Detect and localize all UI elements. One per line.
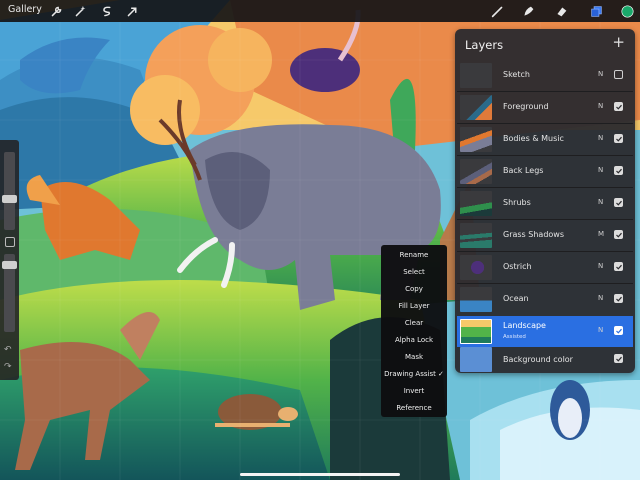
blend-mode-button[interactable]: N: [598, 262, 603, 270]
layers-icon[interactable]: [588, 3, 604, 19]
layer-thumbnail: [460, 255, 492, 280]
menu-reference[interactable]: Reference: [381, 399, 447, 416]
menu-rename[interactable]: Rename: [381, 246, 447, 263]
visibility-checkbox[interactable]: [614, 70, 623, 79]
opacity-knob[interactable]: [2, 261, 17, 269]
visibility-checkbox[interactable]: [614, 230, 623, 239]
visibility-checkbox[interactable]: [614, 166, 623, 175]
menu-alpha-lock[interactable]: Alpha Lock: [381, 331, 447, 348]
layer-name: Back Legs: [503, 166, 544, 175]
layer-thumbnail: [460, 319, 492, 344]
undo-icon[interactable]: ↶: [4, 345, 12, 355]
visibility-checkbox[interactable]: [614, 294, 623, 303]
modify-button[interactable]: [5, 237, 15, 247]
layer-options-menu: Rename Select Copy Fill Layer Clear Alph…: [381, 245, 447, 417]
wrench-icon[interactable]: [48, 3, 64, 19]
brush-icon[interactable]: [489, 3, 505, 19]
layer-row-shrubs[interactable]: Shrubs N: [457, 188, 633, 219]
brush-size-knob[interactable]: [2, 195, 17, 203]
layer-row-back-legs[interactable]: Back Legs N: [457, 156, 633, 187]
visibility-checkbox[interactable]: [614, 102, 623, 111]
blend-mode-button[interactable]: N: [598, 134, 603, 142]
menu-clear[interactable]: Clear: [381, 314, 447, 331]
layer-row-landscape[interactable]: Landscape Assisted N: [457, 316, 633, 347]
visibility-checkbox[interactable]: [614, 262, 623, 271]
visibility-checkbox[interactable]: [614, 198, 623, 207]
menu-select[interactable]: Select: [381, 263, 447, 280]
layer-row-grass-shadows[interactable]: Grass Shadows M: [457, 220, 633, 251]
layer-name: Ocean: [503, 294, 529, 303]
layer-row-ostrich[interactable]: Ostrich N: [457, 252, 633, 283]
transform-arrow-icon[interactable]: [124, 3, 140, 19]
top-toolbar: Gallery: [0, 0, 640, 22]
magic-wand-icon[interactable]: [72, 3, 88, 19]
layer-thumbnail: [460, 287, 492, 312]
visibility-checkbox[interactable]: [614, 354, 623, 363]
smudge-icon[interactable]: [520, 3, 536, 19]
color-swatch-icon[interactable]: [619, 3, 635, 19]
layer-thumbnail: [460, 191, 492, 216]
blend-mode-button[interactable]: N: [598, 70, 603, 78]
layers-title: Layers: [465, 38, 504, 52]
brush-size-opacity-sidebar: ↶ ↷: [0, 140, 19, 380]
blend-mode-button[interactable]: N: [598, 326, 603, 334]
visibility-checkbox[interactable]: [614, 326, 623, 335]
layer-thumbnail: [460, 63, 492, 88]
add-layer-button[interactable]: +: [612, 35, 625, 50]
redo-icon[interactable]: ↷: [4, 362, 12, 372]
menu-invert[interactable]: Invert: [381, 382, 447, 399]
layer-name: Ostrich: [503, 262, 532, 271]
blend-mode-button[interactable]: N: [598, 294, 603, 302]
layer-thumbnail: [460, 347, 492, 372]
layer-name: Foreground: [503, 102, 549, 111]
layers-panel: Layers + Sketch N Foreground N Bodies & …: [455, 29, 635, 373]
layer-name: Grass Shadows: [503, 230, 565, 239]
brush-size-slider[interactable]: [4, 152, 15, 230]
blend-mode-button[interactable]: N: [598, 102, 603, 110]
layer-thumbnail: [460, 159, 492, 184]
eraser-icon[interactable]: [553, 3, 569, 19]
layer-name: Background color: [503, 355, 573, 364]
layer-thumbnail: [460, 127, 492, 152]
layer-name: Bodies & Music: [503, 134, 564, 143]
menu-drawing-assist[interactable]: Drawing Assist ✓: [381, 365, 447, 382]
layer-thumbnail: [460, 95, 492, 120]
blend-mode-button[interactable]: N: [598, 198, 603, 206]
menu-fill-layer[interactable]: Fill Layer: [381, 297, 447, 314]
visibility-checkbox[interactable]: [614, 134, 623, 143]
layer-name: Landscape: [503, 321, 546, 330]
layer-thumbnail: [460, 223, 492, 248]
layer-row-sketch[interactable]: Sketch N: [457, 60, 633, 91]
layer-row-background-color[interactable]: Background color: [457, 344, 633, 375]
layer-row-foreground[interactable]: Foreground N: [457, 92, 633, 123]
layer-name: Shrubs: [503, 198, 531, 207]
blend-mode-button[interactable]: N: [598, 166, 603, 174]
menu-copy[interactable]: Copy: [381, 280, 447, 297]
layer-row-bodies-music[interactable]: Bodies & Music N: [457, 124, 633, 155]
assisted-label: Assisted: [503, 334, 526, 340]
blend-mode-button[interactable]: M: [598, 230, 604, 238]
selection-icon[interactable]: [98, 3, 114, 19]
gallery-button[interactable]: Gallery: [8, 4, 42, 15]
layer-name: Sketch: [503, 70, 530, 79]
layer-row-ocean[interactable]: Ocean N: [457, 284, 633, 315]
home-indicator[interactable]: [240, 473, 400, 476]
menu-mask[interactable]: Mask: [381, 348, 447, 365]
